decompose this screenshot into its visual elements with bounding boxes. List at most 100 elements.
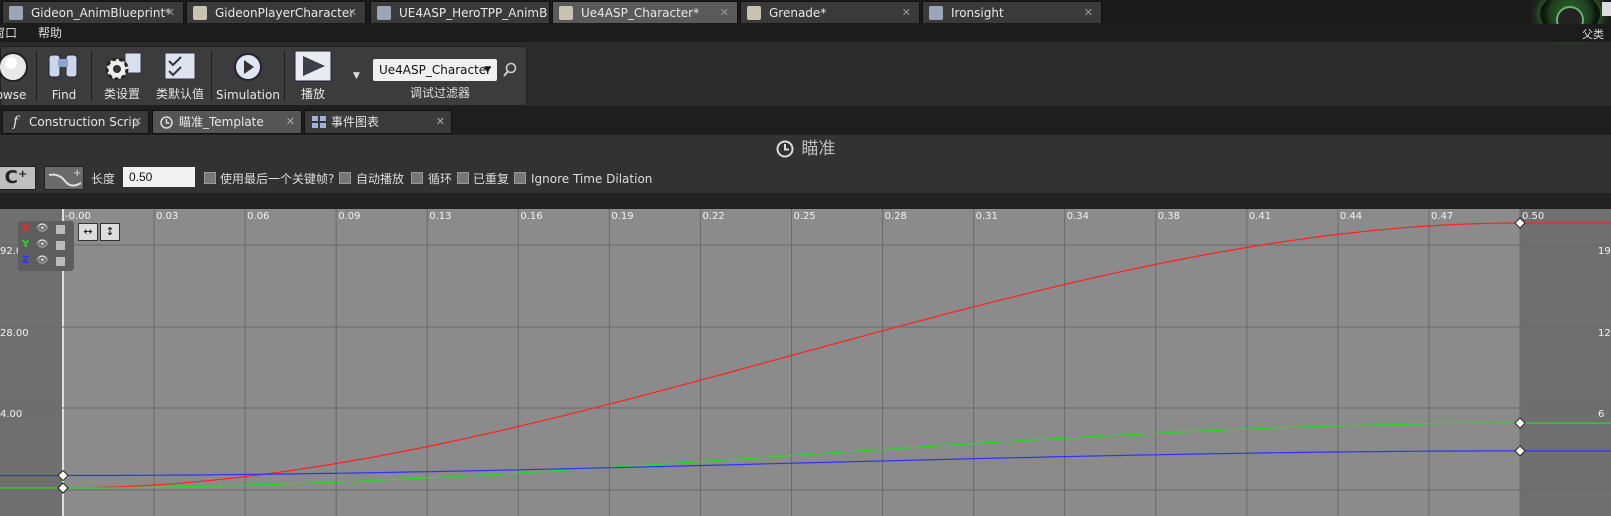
minimize-button[interactable] [1602,2,1611,16]
grid-icon [312,116,326,128]
close-icon[interactable]: ✕ [348,2,357,23]
eye-icon[interactable]: 👁 [36,239,49,250]
x-tick-label: 0.47 [1431,211,1453,222]
browse-button[interactable]: owse [0,47,31,105]
loop-label: 循环 [428,172,453,186]
eye-icon[interactable]: 👁 [36,223,49,234]
y-tick-label-left: 28.00 [0,328,29,339]
tab-label: GideonPlayerCharacter [215,6,355,20]
play-label: 播放 [300,87,325,101]
debug-object-dropdown[interactable]: Ue4ASP_Character ▼ [373,59,497,81]
class-defaults-button[interactable]: 类默认值 [151,47,209,105]
curve-editor-graph[interactable]: -0.00 0.03 0.06 0.09 0.13 0.16 0.19 0.22 0.25 0.2… [0,209,1611,516]
close-icon[interactable]: ✕ [436,111,445,133]
x-tick-label: 0.44 [1340,211,1362,222]
blueprint-icon [559,6,573,20]
use-last-keyframe-checkbox[interactable] [204,172,216,184]
y-tick-label-right: 19 [1598,246,1611,257]
class-defaults-label: 类默认值 [155,87,204,101]
replicated-checkbox[interactable] [457,172,469,184]
track-y-label: Y [22,239,30,250]
tab-label: Gideon_AnimBlueprint* [31,6,172,20]
class-settings-button[interactable]: 类设置 [95,47,149,105]
menu-help[interactable]: 帮助 [38,24,62,42]
x-tick-label: 0.50 [1522,211,1544,222]
timeline-title: 瞄准 [801,139,836,159]
lock-icon[interactable] [56,241,65,250]
eye-icon[interactable]: 👁 [36,255,49,266]
lock-icon[interactable] [56,257,65,266]
tab-construction-script[interactable]: f Construction Scrip ✕ [2,110,149,134]
play-button[interactable]: 播放 [289,47,337,105]
tab-gideonplayercharacter[interactable]: GideonPlayerCharacter ✕ [186,1,366,23]
lock-icon[interactable] [56,225,65,234]
add-track-button[interactable]: C⁺ [0,166,36,190]
gear-icon [105,52,142,81]
track-visibility-panel: X Y Z 👁 👁 👁 [18,221,74,271]
doc-tab-label: 事件图表 [331,115,380,129]
fit-vertical-icon: ↕ [105,225,115,238]
menu-window[interactable]: 窗口 [0,24,17,42]
x-tick-label: 0.22 [702,211,724,222]
search-icon[interactable] [503,62,517,82]
loop-checkbox[interactable] [411,172,423,184]
doc-tab-label: 瞄准_Template [179,115,264,129]
browse-icon [0,52,28,82]
svg-text:+: + [73,168,81,179]
timeline-title-bar: 瞄准 [0,135,1611,163]
close-icon[interactable]: ✕ [286,111,295,133]
x-tick-label: 0.28 [885,211,907,222]
tab-ironsight[interactable]: Ironsight ✕ [922,1,1102,23]
tab-ue4asp-herotpp-animb[interactable]: UE4ASP_HeroTPP_AnimB [370,1,550,23]
toolbar-divider [211,51,212,101]
curve-y [63,422,1611,489]
simulation-button[interactable]: Simulation [215,47,281,105]
fit-horizontal-button[interactable]: ↔ [78,223,98,241]
tab-timeline-template[interactable]: 瞄准_Template ✕ [152,110,302,134]
close-icon[interactable]: ✕ [1084,2,1093,23]
class-settings-label: 类设置 [103,87,140,101]
add-curve-button[interactable]: + [44,166,84,190]
browse-label: owse [0,88,27,102]
tab-gideon-animblueprint[interactable]: Gideon_AnimBlueprint* ✕ [2,1,184,23]
doc-tab-label: Construction Scrip [29,115,140,129]
play-options-dropdown-icon[interactable]: ▼ [353,71,360,81]
find-button[interactable]: Find [39,47,89,105]
x-tick-label: 0.19 [611,211,633,222]
ignore-time-dilation-checkbox[interactable] [514,172,526,184]
function-icon: f [13,114,19,130]
checklist-icon [164,52,196,80]
use-last-keyframe-label: 使用最后一个关键帧? [220,172,335,186]
simulate-icon [234,53,262,81]
tab-ue4asp-character[interactable]: Ue4ASP_Character* ✕ [552,1,738,23]
close-icon[interactable]: ✕ [133,111,142,133]
x-tick-label: 0.16 [520,211,542,222]
curve-icon: + [48,168,82,187]
timeline-options-bar: C⁺ + 长度 使用最后一个关键帧? 自动播放 循环 已重复 Ignore Ti… [0,163,1611,193]
tab-label: UE4ASP_HeroTPP_AnimB [399,6,548,20]
fit-vertical-button[interactable]: ↕ [100,223,120,241]
autoplay-checkbox[interactable] [339,172,351,184]
anim-montage-icon [929,6,943,20]
track-z-label: Z [22,255,30,266]
close-icon[interactable]: ✕ [720,2,729,23]
tab-event-graph[interactable]: 事件图表 ✕ [304,110,452,134]
curve-graph-canvas[interactable]: -0.00 0.03 0.06 0.09 0.13 0.16 0.19 0.22 0.25 0.2… [0,209,1611,516]
panel-divider [0,193,1611,209]
replicated-label: 已重复 [473,172,510,186]
find-label: Find [51,88,77,102]
y-tick-label-right: 6 [1598,409,1604,420]
clock-icon [776,140,793,158]
editor-tab-bar: Gideon_AnimBlueprint* ✕ GideonPlayerChar… [0,0,1611,24]
x-tick-label: 0.41 [1249,211,1271,222]
close-icon[interactable]: ✕ [902,2,911,23]
tab-grenade[interactable]: Grenade* ✕ [740,1,920,23]
document-tab-bar: f Construction Scrip ✕ 瞄准_Template ✕ 事件图… [0,106,1611,135]
toolbar-divider [91,51,92,101]
close-icon[interactable]: ✕ [166,2,175,23]
track-x-label: X [22,223,30,234]
debug-filter-label: 调试过滤器 [410,86,471,100]
tab-label: Ironsight [951,6,1004,20]
length-input[interactable] [123,167,195,187]
length-label: 长度 [91,172,116,186]
